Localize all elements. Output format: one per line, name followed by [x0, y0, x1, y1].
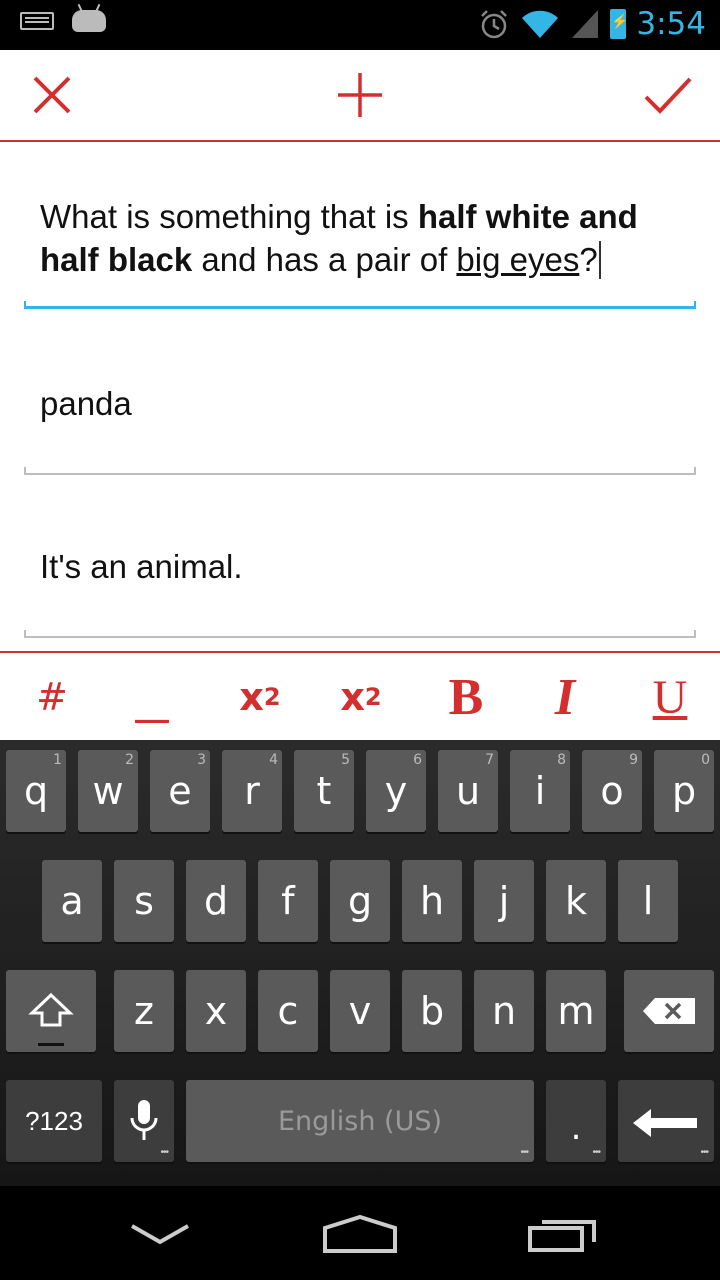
symbols-key[interactable]: ?123 [6, 1080, 102, 1162]
hash-button[interactable]: # [22, 653, 82, 741]
key-o[interactable]: 9o [582, 750, 642, 832]
key-a[interactable]: a [42, 860, 102, 942]
key-e[interactable]: 3e [150, 750, 210, 832]
voice-input-key[interactable]: ••• [114, 1080, 174, 1162]
soft-keyboard: 1q 2w 3e 4r 5t 6y 7u 8i 9o 0p a s d f g … [0, 740, 720, 1186]
key-j[interactable]: j [474, 860, 534, 942]
question-field[interactable]: What is something that is half white and… [24, 195, 696, 309]
shift-indicator [38, 1043, 64, 1046]
hint-text[interactable]: It's an animal. [24, 545, 696, 588]
more-dots: ••• [160, 1147, 168, 1158]
back-button[interactable] [100, 1204, 220, 1264]
key-z[interactable]: z [114, 970, 174, 1052]
backspace-icon [643, 998, 695, 1024]
key-u[interactable]: 7u [438, 750, 498, 832]
shift-key[interactable] [6, 970, 96, 1052]
key-q[interactable]: 1q [6, 750, 66, 832]
editor-toolbar [0, 50, 720, 142]
check-icon [644, 77, 692, 114]
bold-button[interactable]: B [436, 653, 496, 741]
hint-field[interactable]: It's an animal. [24, 545, 696, 638]
underline-button[interactable]: U [640, 653, 700, 741]
keyboard-icon [20, 12, 54, 30]
recents-icon [528, 1220, 596, 1252]
more-dots: ••• [592, 1147, 600, 1158]
key-v[interactable]: v [330, 970, 390, 1052]
home-button[interactable] [300, 1204, 420, 1264]
key-r[interactable]: 4r [222, 750, 282, 832]
key-l[interactable]: l [618, 860, 678, 942]
italic-button[interactable]: I [535, 653, 595, 741]
microphone-icon [130, 1100, 158, 1140]
period-key[interactable]: . ••• [546, 1080, 606, 1162]
hint-underline [24, 630, 696, 638]
signal-icon [572, 10, 599, 38]
more-dots: ••• [700, 1147, 708, 1158]
key-n[interactable]: n [474, 970, 534, 1052]
battery-charging-icon [610, 9, 629, 39]
text-caret [598, 241, 601, 279]
key-d[interactable]: d [186, 860, 246, 942]
key-f[interactable]: f [258, 860, 318, 942]
confirm-button[interactable] [618, 50, 718, 140]
add-button[interactable] [310, 50, 410, 140]
key-w[interactable]: 2w [78, 750, 138, 832]
key-h[interactable]: h [402, 860, 462, 942]
key-m[interactable]: m [546, 970, 606, 1052]
answer-underline [24, 467, 696, 475]
key-y[interactable]: 6y [366, 750, 426, 832]
underlined-text: big eyes [456, 241, 580, 278]
superscript-button[interactable]: x2 [225, 653, 295, 741]
recents-button[interactable] [502, 1204, 622, 1264]
close-button[interactable] [2, 50, 102, 140]
key-s[interactable]: s [114, 860, 174, 942]
question-underline [24, 301, 696, 309]
close-icon [33, 76, 71, 114]
clock: 3:54 [636, 6, 706, 42]
answer-text[interactable]: panda [24, 382, 696, 425]
underscore-button[interactable]: __ [122, 653, 182, 741]
android-icon [72, 10, 106, 32]
wifi-icon [522, 10, 559, 38]
key-i[interactable]: 8i [510, 750, 570, 832]
back-icon [131, 1224, 189, 1245]
shift-arrow-icon [28, 992, 74, 1027]
status-left [20, 10, 106, 32]
key-p[interactable]: 0p [654, 750, 714, 832]
plus-icon [338, 73, 382, 117]
key-b[interactable]: b [402, 970, 462, 1052]
space-bar[interactable]: English (US) ••• [186, 1080, 534, 1162]
enter-key[interactable]: ••• [618, 1080, 714, 1162]
question-text[interactable]: What is something that is half white and… [24, 195, 696, 281]
key-g[interactable]: g [330, 860, 390, 942]
navigation-bar [0, 1186, 720, 1280]
more-dots: ••• [520, 1147, 528, 1158]
answer-field[interactable]: panda [24, 382, 696, 475]
format-bar: # __ x2 x2 B I U [0, 651, 720, 741]
enter-icon [633, 1109, 697, 1137]
key-c[interactable]: c [258, 970, 318, 1052]
key-k[interactable]: k [546, 860, 606, 942]
key-x[interactable]: x [186, 970, 246, 1052]
backspace-key[interactable] [624, 970, 714, 1052]
subscript-button[interactable]: x2 [326, 653, 396, 741]
status-right: 3:54 [478, 6, 706, 42]
alarm-icon [481, 10, 508, 39]
key-t[interactable]: 5t [294, 750, 354, 832]
status-bar: 3:54 [0, 0, 720, 50]
home-icon [323, 1214, 397, 1253]
